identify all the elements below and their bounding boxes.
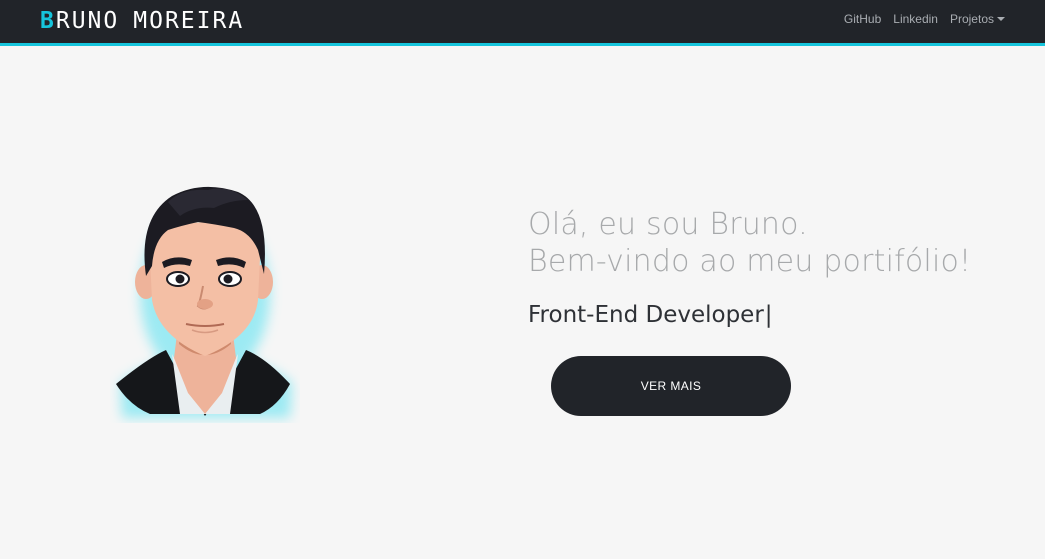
role-typing-text: Front-End Developer|	[528, 302, 1028, 328]
brand-initial: B	[40, 8, 56, 34]
brand-last-name: MOREIRA	[133, 8, 245, 34]
nav-dropdown-projetos[interactable]: Projetos	[950, 12, 1005, 26]
hero-section: Olá, eu sou Bruno. Bem-vindo ao meu port…	[528, 206, 1028, 328]
greeting-heading: Olá, eu sou Bruno. Bem-vindo ao meu port…	[528, 206, 1028, 280]
greeting-line-2: Bem-vindo ao meu portifólio!	[528, 244, 972, 279]
nav-dropdown-projetos-label: Projetos	[949, 12, 994, 26]
typing-cursor: |	[764, 302, 773, 328]
nav-links: GitHub Linkedin Projetos	[844, 12, 1005, 26]
ver-mais-button[interactable]: VER MAIS	[551, 356, 791, 416]
brand-first-name: RUNO	[55, 8, 120, 34]
nav-link-github[interactable]: GitHub	[844, 12, 881, 26]
nav-link-linkedin[interactable]: Linkedin	[893, 12, 938, 26]
role-text: Front-End Developer	[528, 302, 764, 328]
caret-down-icon	[997, 17, 1005, 21]
brand-logo[interactable]: B RUNO MOREIRA	[40, 8, 244, 34]
navbar: B RUNO MOREIRA GitHub Linkedin Projetos	[0, 0, 1045, 46]
avatar-illustration	[116, 186, 292, 418]
greeting-line-1: Olá, eu sou Bruno.	[528, 207, 808, 242]
